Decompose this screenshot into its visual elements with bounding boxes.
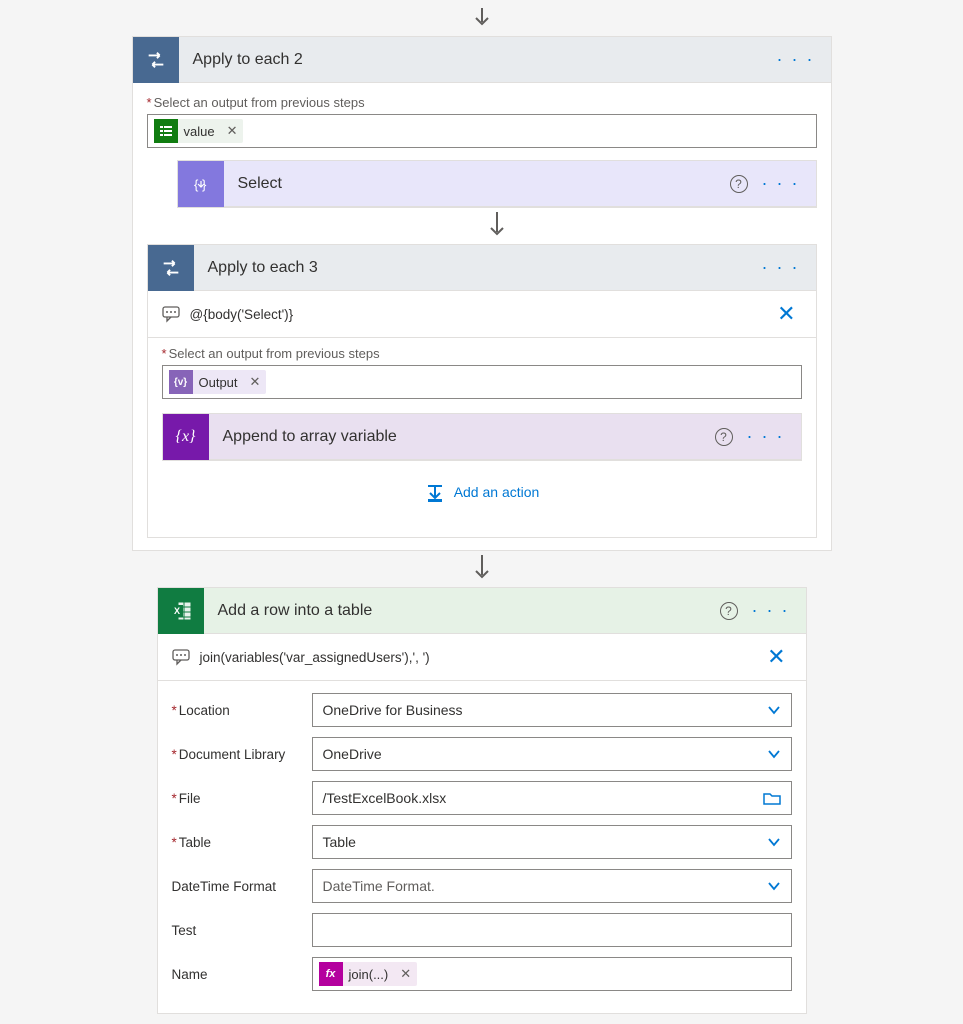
field-doclib: *Document Library OneDrive bbox=[172, 737, 792, 771]
apply-to-each-3-title: Apply to each 3 bbox=[194, 259, 762, 277]
chevron-down-icon bbox=[767, 747, 781, 761]
location-dropdown[interactable]: OneDrive for Business bbox=[312, 693, 792, 727]
output-token[interactable]: {v} Output ✕ bbox=[169, 370, 267, 394]
apply-to-each-2-card: Apply to each 2 · · · *Select an output … bbox=[132, 36, 832, 551]
value-token[interactable]: value ✕ bbox=[154, 119, 244, 143]
close-icon[interactable]: ✕ bbox=[771, 301, 801, 327]
chevron-down-icon bbox=[767, 879, 781, 893]
output-token-input[interactable]: value ✕ bbox=[147, 114, 817, 148]
variable-icon: {x} bbox=[163, 414, 209, 460]
foreach-icon bbox=[148, 245, 194, 291]
name-input[interactable]: fx join(...) ✕ bbox=[312, 957, 792, 991]
remove-token-icon[interactable]: ✕ bbox=[221, 123, 244, 139]
apply-to-each-3-card: Apply to each 3 · · · @{body('Select')} … bbox=[147, 244, 817, 538]
field-dtformat: DateTime Format DateTime Format. bbox=[172, 869, 792, 903]
output-label-3: *Select an output from previous steps bbox=[162, 346, 802, 361]
excel-title: Add a row into a table bbox=[204, 602, 720, 620]
help-icon[interactable]: ? bbox=[730, 175, 748, 193]
chevron-down-icon bbox=[767, 835, 781, 849]
select-action-card: { } Select ? · · · bbox=[177, 160, 817, 208]
excel-action-card: X Add a row into a table ? · · · join(va… bbox=[157, 587, 807, 1014]
arrow-connector bbox=[10, 555, 953, 583]
field-table: *Table Table bbox=[172, 825, 792, 859]
speech-icon bbox=[172, 648, 190, 666]
field-test: Test bbox=[172, 913, 792, 947]
dtformat-dropdown[interactable]: DateTime Format. bbox=[312, 869, 792, 903]
field-file: *File /TestExcelBook.xlsx bbox=[172, 781, 792, 815]
menu-icon[interactable]: · · · bbox=[752, 600, 790, 621]
menu-icon[interactable]: · · · bbox=[762, 173, 800, 194]
excel-icon: X bbox=[158, 588, 204, 634]
fx-icon: fx bbox=[319, 962, 343, 986]
add-step-icon bbox=[424, 481, 446, 503]
list-icon bbox=[154, 119, 178, 143]
append-title: Append to array variable bbox=[209, 428, 715, 446]
braces-icon: {v} bbox=[169, 370, 193, 394]
comment-bar: @{body('Select')} ✕ bbox=[148, 291, 816, 338]
apply-to-each-2-title: Apply to each 2 bbox=[179, 51, 777, 69]
help-icon[interactable]: ? bbox=[715, 428, 733, 446]
apply-to-each-3-header[interactable]: Apply to each 3 · · · bbox=[148, 245, 816, 291]
field-location: *Location OneDrive for Business bbox=[172, 693, 792, 727]
arrow-connector bbox=[177, 212, 817, 240]
join-expression-token[interactable]: fx join(...) ✕ bbox=[319, 962, 418, 986]
test-input[interactable] bbox=[312, 913, 792, 947]
select-header[interactable]: { } Select ? · · · bbox=[178, 161, 816, 207]
append-action-card: {x} Append to array variable ? · · · bbox=[162, 413, 802, 461]
folder-icon[interactable] bbox=[763, 791, 781, 805]
remove-token-icon[interactable]: ✕ bbox=[394, 966, 417, 982]
apply-to-each-2-header[interactable]: Apply to each 2 · · · bbox=[133, 37, 831, 83]
output-label: *Select an output from previous steps bbox=[147, 95, 817, 110]
excel-comment-bar: join(variables('var_assignedUsers'),', '… bbox=[158, 634, 806, 681]
output-token-input-3[interactable]: {v} Output ✕ bbox=[162, 365, 802, 399]
help-icon[interactable]: ? bbox=[720, 602, 738, 620]
excel-header[interactable]: X Add a row into a table ? · · · bbox=[158, 588, 806, 634]
menu-icon[interactable]: · · · bbox=[762, 257, 800, 278]
select-title: Select bbox=[224, 175, 730, 193]
table-dropdown[interactable]: Table bbox=[312, 825, 792, 859]
menu-icon[interactable]: · · · bbox=[777, 49, 815, 70]
doclib-dropdown[interactable]: OneDrive bbox=[312, 737, 792, 771]
select-icon: { } bbox=[178, 161, 224, 207]
foreach-icon bbox=[133, 37, 179, 83]
add-action-button[interactable]: Add an action bbox=[424, 481, 540, 503]
arrow-connector-top bbox=[10, 4, 953, 32]
menu-icon[interactable]: · · · bbox=[747, 426, 785, 447]
svg-text:X: X bbox=[174, 606, 180, 616]
speech-icon bbox=[162, 305, 180, 323]
field-name: Name fx join(...) ✕ bbox=[172, 957, 792, 991]
close-icon[interactable]: ✕ bbox=[761, 644, 791, 670]
remove-token-icon[interactable]: ✕ bbox=[244, 374, 267, 390]
chevron-down-icon bbox=[767, 703, 781, 717]
file-picker[interactable]: /TestExcelBook.xlsx bbox=[312, 781, 792, 815]
append-header[interactable]: {x} Append to array variable ? · · · bbox=[163, 414, 801, 460]
